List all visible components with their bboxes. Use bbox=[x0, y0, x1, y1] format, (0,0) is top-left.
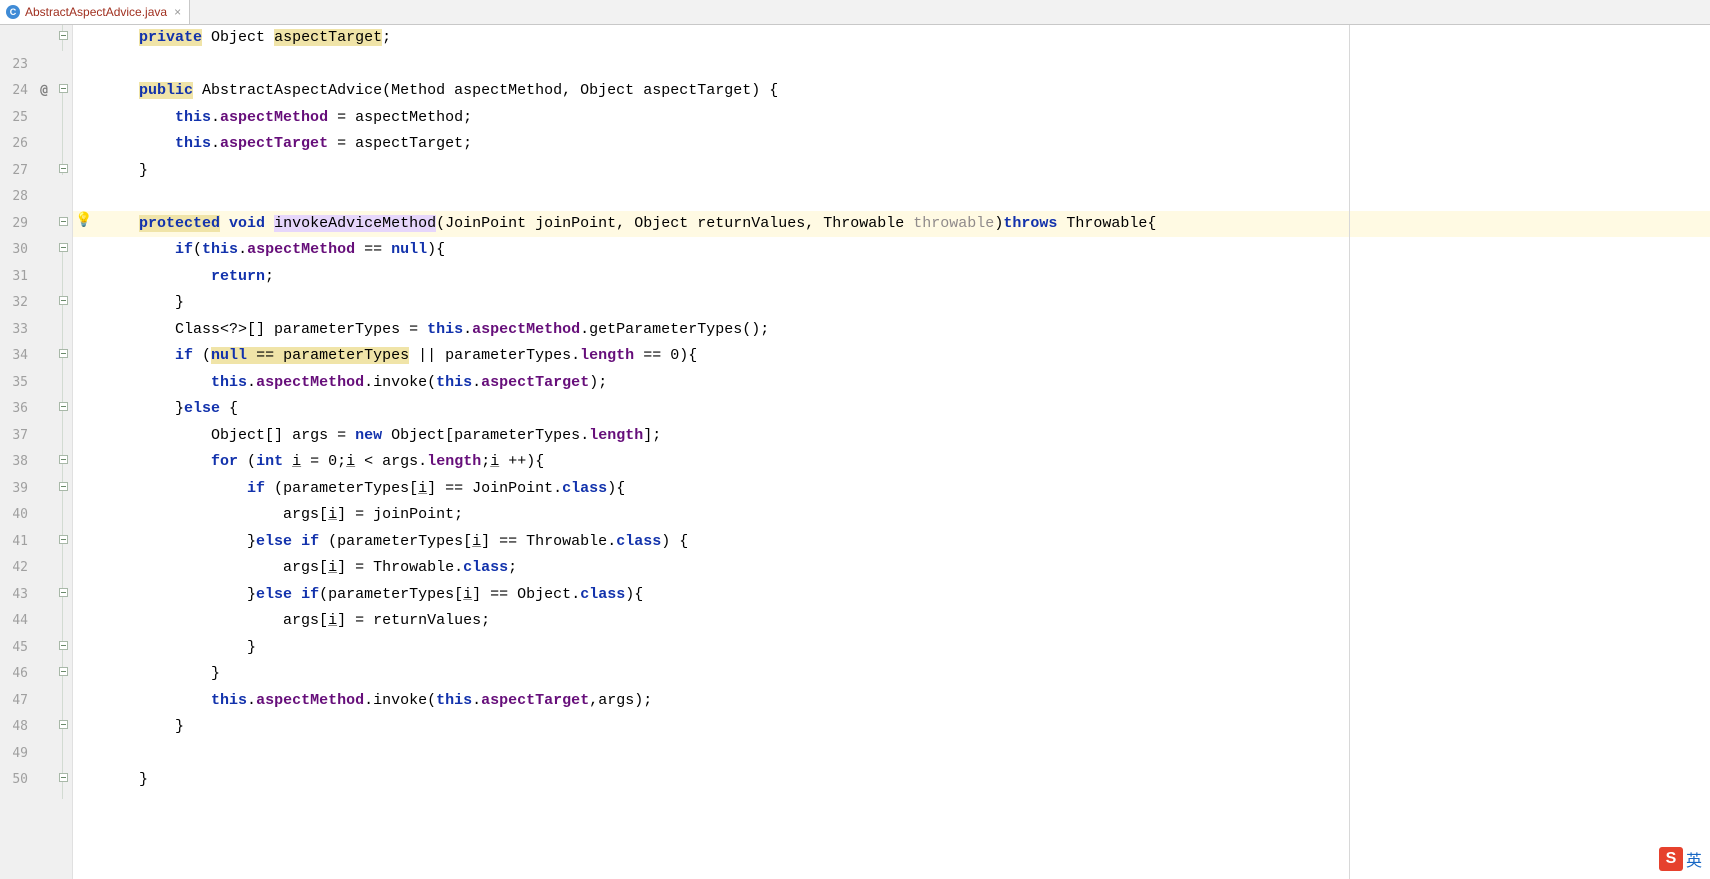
fold-toggle-icon[interactable] bbox=[59, 535, 68, 544]
line-number[interactable]: 43 bbox=[0, 582, 28, 609]
line-number[interactable]: 34 bbox=[0, 343, 28, 370]
code-line[interactable]: }else if (parameterTypes[i] == Throwable… bbox=[95, 529, 1710, 556]
line-number[interactable]: 23 bbox=[0, 52, 28, 79]
code-line[interactable] bbox=[95, 184, 1710, 211]
gutter-extra: 💡 bbox=[73, 25, 95, 879]
code-line[interactable]: } bbox=[95, 767, 1710, 794]
line-number[interactable]: 35 bbox=[0, 370, 28, 397]
ime-language-label: 英 bbox=[1686, 847, 1702, 871]
fold-column bbox=[54, 25, 72, 879]
code-area[interactable]: private Object aspectTarget; public Abst… bbox=[95, 25, 1710, 879]
code-line[interactable]: this.aspectMethod.invoke(this.aspectTarg… bbox=[95, 688, 1710, 715]
line-number[interactable]: 33 bbox=[0, 317, 28, 344]
code-line[interactable]: public AbstractAspectAdvice(Method aspec… bbox=[95, 78, 1710, 105]
right-margin-guide bbox=[1349, 25, 1350, 879]
code-line[interactable]: } bbox=[95, 714, 1710, 741]
fold-toggle-icon[interactable] bbox=[59, 296, 68, 305]
editor-tab[interactable]: C AbstractAspectAdvice.java × bbox=[0, 0, 190, 24]
code-line[interactable]: } bbox=[95, 290, 1710, 317]
line-number[interactable]: 42 bbox=[0, 555, 28, 582]
line-number[interactable]: 29 bbox=[0, 211, 28, 238]
code-line[interactable]: if(this.aspectMethod == null){ bbox=[95, 237, 1710, 264]
line-number[interactable]: 28 bbox=[0, 184, 28, 211]
line-number[interactable]: 48 bbox=[0, 714, 28, 741]
code-line[interactable]: Class<?>[] parameterTypes = this.aspectM… bbox=[95, 317, 1710, 344]
code-line[interactable]: if (parameterTypes[i] == JoinPoint.class… bbox=[95, 476, 1710, 503]
fold-toggle-icon[interactable] bbox=[59, 720, 68, 729]
override-gutter-icon[interactable]: @ bbox=[40, 83, 48, 98]
code-line[interactable]: args[i] = Throwable.class; bbox=[95, 555, 1710, 582]
line-number[interactable]: 47 bbox=[0, 688, 28, 715]
line-number[interactable]: 50 bbox=[0, 767, 28, 794]
sogou-ime-icon: S bbox=[1659, 847, 1683, 871]
line-number[interactable]: 37 bbox=[0, 423, 28, 450]
line-number[interactable]: 24 bbox=[0, 78, 28, 105]
editor: 23 24 25 26 27 28 29 30 31 32 33 34 35 3… bbox=[0, 25, 1710, 879]
line-number[interactable]: 25 bbox=[0, 105, 28, 132]
code-line[interactable]: } bbox=[95, 158, 1710, 185]
line-number[interactable]: 30 bbox=[0, 237, 28, 264]
line-number[interactable]: 38 bbox=[0, 449, 28, 476]
fold-toggle-icon[interactable] bbox=[59, 482, 68, 491]
fold-toggle-icon[interactable] bbox=[59, 773, 68, 782]
line-number[interactable]: 39 bbox=[0, 476, 28, 503]
close-icon[interactable]: × bbox=[174, 6, 181, 18]
line-number[interactable]: 44 bbox=[0, 608, 28, 635]
code-line[interactable]: Object[] args = new Object[parameterType… bbox=[95, 423, 1710, 450]
fold-toggle-icon[interactable] bbox=[59, 455, 68, 464]
fold-toggle-icon[interactable] bbox=[59, 667, 68, 676]
code-line[interactable] bbox=[95, 52, 1710, 79]
code-line[interactable]: private Object aspectTarget; bbox=[95, 25, 1710, 52]
line-number-column: 23 24 25 26 27 28 29 30 31 32 33 34 35 3… bbox=[0, 25, 34, 879]
fold-toggle-icon[interactable] bbox=[59, 402, 68, 411]
line-number[interactable]: 46 bbox=[0, 661, 28, 688]
code-line[interactable]: this.aspectMethod.invoke(this.aspectTarg… bbox=[95, 370, 1710, 397]
fold-toggle-icon[interactable] bbox=[59, 349, 68, 358]
line-number[interactable]: 36 bbox=[0, 396, 28, 423]
line-number[interactable]: 41 bbox=[0, 529, 28, 556]
code-line[interactable]: this.aspectTarget = aspectTarget; bbox=[95, 131, 1710, 158]
code-line[interactable]: } bbox=[95, 661, 1710, 688]
code-line[interactable]: args[i] = returnValues; bbox=[95, 608, 1710, 635]
tab-filename: AbstractAspectAdvice.java bbox=[25, 5, 167, 19]
code-line[interactable]: return; bbox=[95, 264, 1710, 291]
intention-bulb-icon[interactable]: 💡 bbox=[75, 211, 92, 227]
line-number[interactable]: 45 bbox=[0, 635, 28, 662]
fold-toggle-icon[interactable] bbox=[59, 243, 68, 252]
fold-toggle-icon[interactable] bbox=[59, 164, 68, 173]
fold-toggle-icon[interactable] bbox=[59, 588, 68, 597]
gutter: 23 24 25 26 27 28 29 30 31 32 33 34 35 3… bbox=[0, 25, 73, 879]
fold-toggle-icon[interactable] bbox=[59, 217, 68, 226]
fold-toggle-icon[interactable] bbox=[59, 641, 68, 650]
fold-toggle-icon[interactable] bbox=[59, 84, 68, 93]
code-line[interactable] bbox=[95, 741, 1710, 768]
fold-toggle-icon[interactable] bbox=[59, 31, 68, 40]
code-line[interactable]: }else if(parameterTypes[i] == Object.cla… bbox=[95, 582, 1710, 609]
line-number[interactable]: 32 bbox=[0, 290, 28, 317]
ime-indicator[interactable]: S 英 bbox=[1659, 847, 1702, 871]
line-number[interactable]: 27 bbox=[0, 158, 28, 185]
line-number[interactable]: 49 bbox=[0, 741, 28, 768]
line-number[interactable]: 26 bbox=[0, 131, 28, 158]
line-number[interactable]: 40 bbox=[0, 502, 28, 529]
line-number[interactable]: 31 bbox=[0, 264, 28, 291]
code-line[interactable]: args[i] = joinPoint; bbox=[95, 502, 1710, 529]
tab-bar: C AbstractAspectAdvice.java × bbox=[0, 0, 1710, 25]
code-line[interactable]: if (null == parameterTypes || parameterT… bbox=[95, 343, 1710, 370]
java-class-icon: C bbox=[6, 5, 20, 19]
code-line[interactable]: }else { bbox=[95, 396, 1710, 423]
line-number[interactable] bbox=[0, 25, 28, 52]
gutter-icon-column: @ bbox=[34, 25, 54, 879]
code-line[interactable]: this.aspectMethod = aspectMethod; bbox=[95, 105, 1710, 132]
code-line[interactable]: for (int i = 0;i < args.length;i ++){ bbox=[95, 449, 1710, 476]
code-line[interactable]: } bbox=[95, 635, 1710, 662]
code-line-current[interactable]: protected void invokeAdviceMethod(JoinPo… bbox=[95, 211, 1710, 238]
